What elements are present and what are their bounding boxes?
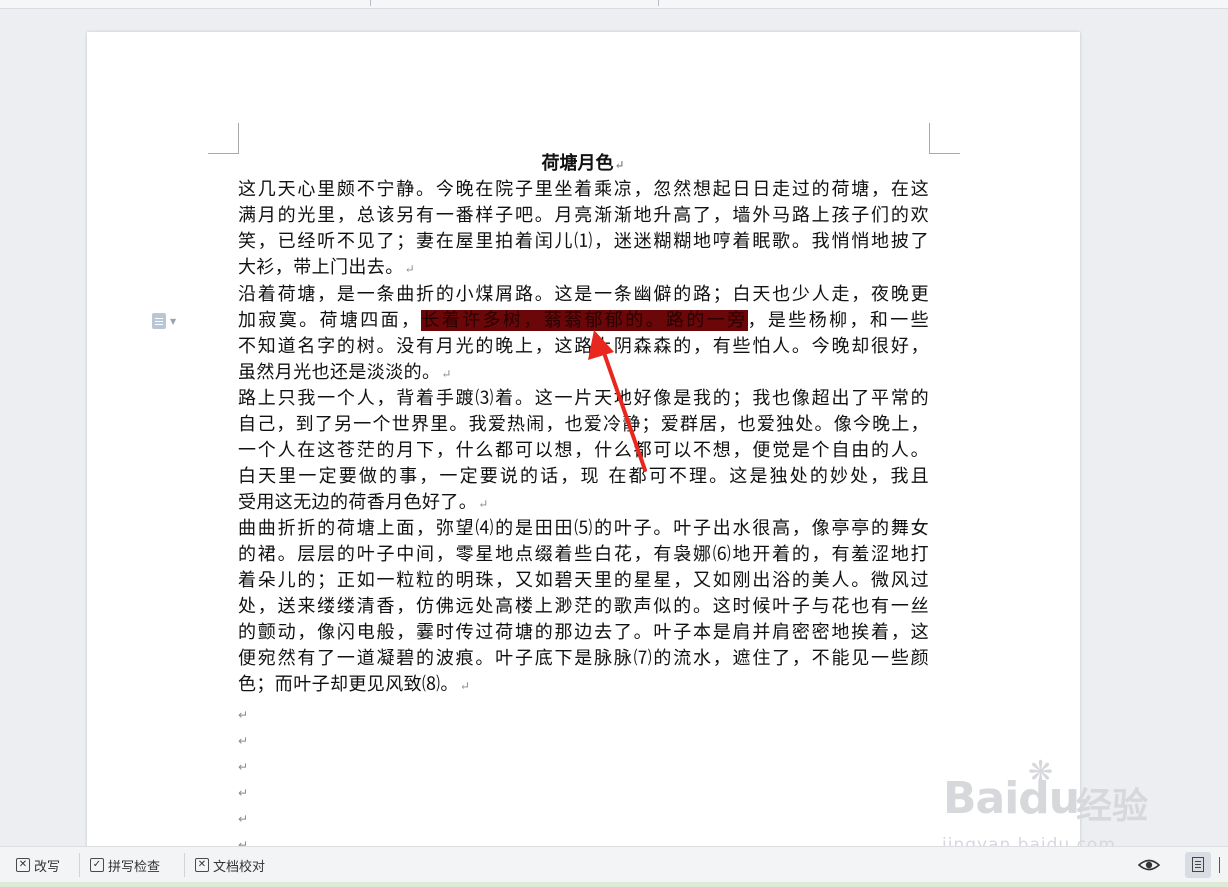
paragraph-1[interactable]: 这几天心里颇不宁静。今晚在院子里坐着乘凉，忽然想起日日走过的荷塘，在这 满月的光… [238, 177, 929, 281]
text-line: 的裙。层层的叶子中间，零星地点缀着些白花，有袅娜⑹地开着的，有羞涩地打 [238, 544, 929, 565]
text-line: 不知道名字的树。没有月光的晚上，这路上阴森森的，有些怕人。今晚却很好， [238, 336, 929, 357]
document-page[interactable]: 荷塘月色↵ 这几天心里颇不宁静。今晚在院子里坐着乘凉，忽然想起日日走过的荷塘，在… [87, 32, 1080, 862]
text-line: 加寂寞。荷塘四面，长着许多树，蓊蓊郁郁的。路的一旁，是些杨柳，和一些 [238, 310, 929, 331]
spellcheck-icon: ✓ [90, 858, 104, 872]
revise-checkbox-icon: ✕ [16, 858, 30, 872]
chevron-down-icon: ▼ [170, 316, 177, 326]
status-divider [184, 853, 185, 877]
empty-paragraph-mark[interactable]: ↵ [238, 786, 248, 800]
empty-paragraph-mark[interactable]: ↵ [238, 734, 248, 748]
proofread-label: 文档校对 [213, 859, 266, 875]
text-line: 便宛然有了一道凝碧的波痕。叶子底下是脉脉⑺的流水，遮住了，不能见一些颜 [238, 648, 929, 669]
text-line: 自己，到了另一个世界里。我爱热闹，也爱冷静；爱群居，也爱独处。像今晚上， [238, 414, 929, 435]
paragraph-2[interactable]: 沿着荷塘，是一条曲折的小煤屑路。这是一条幽僻的路；白天也少人走，夜晚更 加寂寞。… [238, 282, 929, 386]
document-title[interactable]: 荷塘月色↵ [238, 151, 928, 178]
text-line: 白天里一定要做的事，一定要说的话，现 在都可不理。这是独处的妙处，我且 [238, 466, 929, 487]
proofread-icon: ✕ [195, 858, 209, 872]
text-line: 一个人在这苍茫的月下，什么都可以想，什么都可以不想，便觉是个自由的人。 [238, 440, 929, 461]
bottom-edge-strip [0, 882, 1228, 887]
text-line: 色；而叶子却更见风致⑻。↵ [238, 674, 471, 695]
page-view-icon [1192, 857, 1204, 872]
status-bar: ✕ 改写 ✓ 拼写检查 ✕ 文档校对 [0, 846, 1228, 883]
empty-paragraph-mark[interactable]: ↵ [238, 812, 248, 826]
ruler-marker [658, 0, 659, 6]
ruler-marker [370, 0, 371, 6]
margin-corner-right [929, 123, 960, 154]
eye-protection-icon[interactable] [1137, 855, 1161, 875]
text-line: 曲曲折折的荷塘上面，弥望⑷的是田田⑸的叶子。叶子出水很高，像亭亭的舞女 [238, 518, 929, 539]
paragraph-3[interactable]: 路上只我一个人，背着手踱⑶着。这一片天地好像是我的；我也像超出了平常的 自己，到… [238, 386, 929, 516]
highlighted-selection[interactable]: 长着许多树，蓊蓊郁郁的。路的一旁 [421, 310, 748, 331]
text-line: 大衫，带上门出去。↵ [238, 257, 416, 278]
paw-icon: ❋ [1028, 755, 1054, 790]
status-divider [79, 853, 80, 877]
document-icon [152, 313, 166, 329]
page-view-button[interactable] [1185, 852, 1211, 878]
outline-view-button[interactable] [1219, 857, 1228, 873]
text-line: 虽然月光也还是淡淡的。↵ [238, 362, 452, 383]
text-line: 沿着荷塘，是一条曲折的小煤屑路。这是一条幽僻的路；白天也少人走，夜晚更 [238, 284, 929, 305]
paragraph-layout-icon[interactable]: ▼ [152, 311, 186, 331]
text-line: 这几天心里颇不宁静。今晚在院子里坐着乘凉，忽然想起日日走过的荷塘，在这 [238, 179, 929, 200]
text-line: 着朵儿的；正如一粒粒的明珠，又如碧天里的星星，又如刚出浴的美人。微风过 [238, 570, 929, 591]
spellcheck-button[interactable]: ✓ 拼写检查 [90, 855, 160, 875]
text-line: 满月的光里，总该另有一番样子吧。月亮渐渐地升高了，墙外马路上孩子们的欢 [238, 205, 929, 226]
revise-mode-button[interactable]: ✕ 改写 [16, 855, 60, 875]
empty-paragraph-mark[interactable]: ↵ [238, 708, 248, 722]
text-line: 的颤动，像闪电般，霎时传过荷塘的那边去了。叶子本是肩并肩密密地挨着，这 [238, 622, 929, 643]
text-line: 受用这无边的荷香月色好了。↵ [238, 492, 489, 513]
revise-label: 改写 [34, 859, 61, 875]
paragraph-4[interactable]: 曲曲折折的荷塘上面，弥望⑷的是田田⑸的叶子。叶子出水很高，像亭亭的舞女 的裙。层… [238, 516, 929, 698]
text-line: 路上只我一个人，背着手踱⑶着。这一片天地好像是我的；我也像超出了平常的 [238, 388, 929, 409]
watermark-jingyan: 经验 [1076, 786, 1149, 827]
top-ruler [0, 0, 1228, 9]
proofread-button[interactable]: ✕ 文档校对 [195, 855, 265, 875]
text-line: 处，送来缕缕清香，仿佛远处高楼上渺茫的歌声似的。这时候叶子与花也有一丝 [238, 596, 929, 617]
empty-paragraph-mark[interactable]: ↵ [238, 760, 248, 774]
text-line: 笑，已经听不见了；妻在屋里拍着闰儿⑴，迷迷糊糊地哼着眠歌。我悄悄地披了 [238, 231, 929, 252]
watermark-brand: Baidu [943, 773, 1080, 824]
spellcheck-label: 拼写检查 [108, 859, 161, 875]
margin-corner-left [208, 123, 239, 154]
